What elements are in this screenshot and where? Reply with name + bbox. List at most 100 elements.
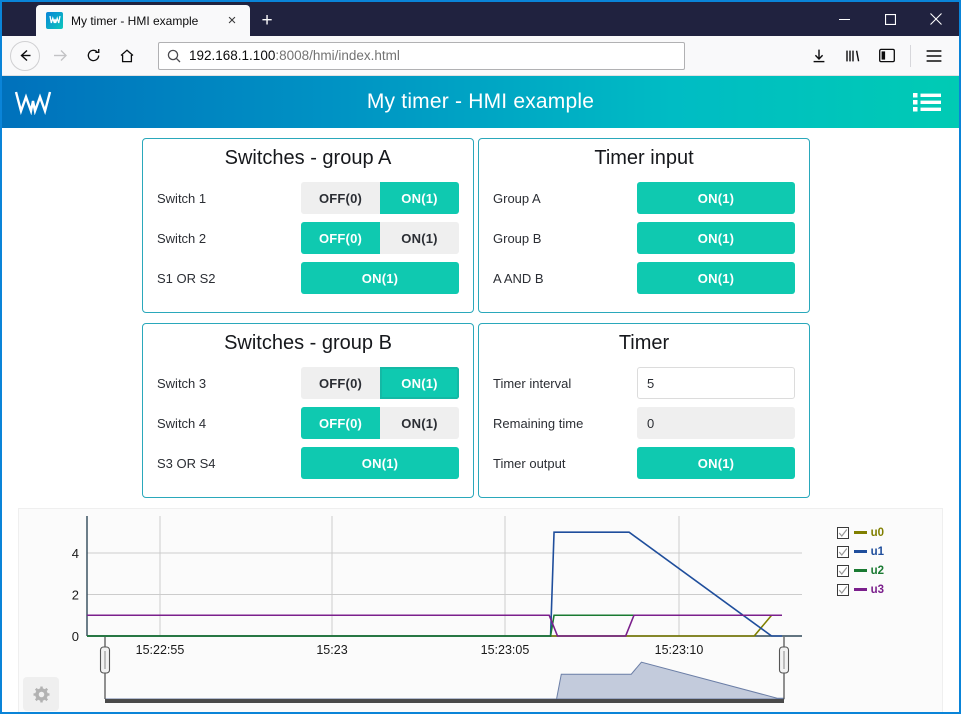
- row-label: Switch 2: [157, 230, 207, 246]
- chart-canvas: 0 2 4 15:22:55 15:23 15:23:05 15:23:10: [19, 509, 942, 712]
- legend-checkbox[interactable]: [836, 583, 849, 596]
- maximize-icon[interactable]: [867, 2, 913, 36]
- panel-row: Group B ON(1): [493, 218, 795, 258]
- row-label: S3 OR S4: [157, 455, 216, 471]
- legend-checkbox[interactable]: [836, 545, 849, 558]
- navbar-right-tools: [802, 41, 951, 71]
- legend-color-swatch: [853, 588, 867, 591]
- chart-legend[interactable]: u0 u1 u2 u3: [836, 523, 884, 599]
- legend-color-swatch: [853, 531, 867, 534]
- list-menu-icon[interactable]: [913, 91, 941, 113]
- status-badge: ON(1): [301, 262, 459, 294]
- toggle-option-on[interactable]: ON(1): [380, 182, 459, 214]
- toggle-option-off[interactable]: OFF(0): [301, 182, 380, 214]
- status-button-group: ON(1): [637, 182, 795, 214]
- legend-label: u1: [870, 545, 884, 558]
- navigator-track[interactable]: [105, 699, 784, 703]
- row-label: S1 OR S2: [157, 270, 216, 286]
- panel-title: Switches - group B: [224, 332, 392, 354]
- status-badge: ON(1): [637, 182, 795, 214]
- status-button-group: ON(1): [637, 262, 795, 294]
- status-badge: ON(1): [301, 447, 459, 479]
- panel-row: Remaining time 0: [493, 403, 795, 443]
- panel-row: Timer interval 5: [493, 363, 795, 403]
- row-label: Switch 4: [157, 415, 207, 431]
- x-tick-label: 15:23: [316, 643, 347, 657]
- sidebar-icon[interactable]: [872, 41, 902, 71]
- toggle-group[interactable]: OFF(0) ON(1): [301, 407, 459, 439]
- close-icon[interactable]: ×: [222, 11, 242, 31]
- toggle-option-on[interactable]: ON(1): [380, 407, 459, 439]
- legend-item[interactable]: u1: [836, 542, 884, 561]
- hmi-body: Switches - group A Switch 1 OFF(0) ON(1) Swi…: [2, 128, 959, 712]
- new-tab-button[interactable]: +: [250, 5, 284, 36]
- gear-icon[interactable]: [23, 677, 59, 711]
- panel-row: S3 OR S4 ON(1): [157, 443, 459, 483]
- url-bar[interactable]: 192.168.1.100:8008/hmi/index.html: [158, 41, 685, 70]
- hamburger-menu-icon[interactable]: [919, 41, 949, 71]
- legend-label: u3: [870, 583, 884, 596]
- url-path: :8008/hmi/index.html: [275, 48, 400, 63]
- toggle-group[interactable]: OFF(0) ON(1): [301, 367, 459, 399]
- downloads-icon[interactable]: [804, 41, 834, 71]
- browser-tab[interactable]: My timer - HMI example ×: [36, 5, 250, 36]
- row-label: Timer interval: [493, 375, 572, 391]
- panel-timer-input: Timer input Group A ON(1) Group B ON(1) A AND…: [478, 138, 810, 313]
- legend-label: u2: [870, 564, 884, 577]
- url-host: 192.168.1.100: [189, 48, 276, 63]
- browser-window: My timer - HMI example × + 192.168.1.100…: [0, 0, 961, 714]
- series-line-u1: [87, 531, 782, 637]
- y-tick-label: 0: [72, 629, 79, 644]
- trend-chart[interactable]: 0 2 4 15:22:55 15:23 15:23:05 15:23:10 u0 u1 u2 u…: [18, 508, 943, 712]
- numeric-input-field[interactable]: 5: [637, 367, 795, 399]
- navigator-area: [105, 661, 785, 700]
- page-title: My timer - HMI example: [366, 90, 595, 113]
- panel-row: Switch 3 OFF(0) ON(1): [157, 363, 459, 403]
- minimize-icon[interactable]: [821, 2, 867, 36]
- panel-switches-group-b: Switches - group B Switch 3 OFF(0) ON(1) Swi…: [142, 323, 474, 498]
- close-icon[interactable]: [913, 2, 959, 36]
- toggle-option-off[interactable]: OFF(0): [301, 407, 380, 439]
- toggle-option-on[interactable]: ON(1): [380, 367, 459, 399]
- toggle-group[interactable]: OFF(0) ON(1): [301, 222, 459, 254]
- legend-item[interactable]: u3: [836, 580, 884, 599]
- panel-grid: Switches - group A Switch 1 OFF(0) ON(1) Swi…: [2, 138, 959, 508]
- toggle-group[interactable]: OFF(0) ON(1): [301, 182, 459, 214]
- browser-navbar: 192.168.1.100:8008/hmi/index.html: [2, 36, 959, 76]
- y-tick-label: 4: [72, 546, 79, 561]
- legend-item[interactable]: u0: [836, 523, 884, 542]
- panel-row: Group A ON(1): [493, 178, 795, 218]
- toggle-option-on[interactable]: ON(1): [380, 222, 459, 254]
- back-arrow-icon[interactable]: [10, 40, 40, 71]
- tab-strip: My timer - HMI example × +: [2, 2, 284, 36]
- legend-item[interactable]: u2: [836, 561, 884, 580]
- x-tick-label: 15:22:55: [136, 643, 185, 657]
- toggle-option-off[interactable]: OFF(0): [301, 367, 380, 399]
- panel-switches-group-a: Switches - group A Switch 1 OFF(0) ON(1) Swi…: [142, 138, 474, 313]
- status-button-group: ON(1): [637, 222, 795, 254]
- row-label: Timer output: [493, 455, 566, 471]
- status-badge: ON(1): [637, 222, 795, 254]
- y-tick-label: 2: [72, 587, 79, 602]
- legend-color-swatch: [853, 569, 867, 572]
- legend-color-swatch: [853, 550, 867, 553]
- panel-row: Switch 2 OFF(0) ON(1): [157, 218, 459, 258]
- reload-icon[interactable]: [78, 41, 108, 71]
- wago-logo-icon: [2, 89, 64, 115]
- panel-title: Switches - group A: [224, 147, 392, 169]
- panel-row: S1 OR S2 ON(1): [157, 258, 459, 298]
- library-icon[interactable]: [838, 41, 868, 71]
- tab-title: My timer - HMI example: [71, 13, 199, 28]
- toggle-option-off[interactable]: OFF(0): [301, 222, 380, 254]
- home-icon[interactable]: [112, 41, 142, 71]
- row-label: A AND B: [493, 270, 544, 286]
- legend-checkbox[interactable]: [836, 526, 849, 539]
- status-badge: ON(1): [637, 447, 795, 479]
- panel-title: Timer input: [594, 147, 694, 169]
- page-viewport: My timer - HMI example Switches - group …: [2, 76, 959, 712]
- row-label: Group A: [493, 190, 541, 206]
- row-label: Remaining time: [493, 415, 584, 431]
- panel-row: Switch 4 OFF(0) ON(1): [157, 403, 459, 443]
- series-line-u3: [87, 614, 782, 637]
- legend-checkbox[interactable]: [836, 564, 849, 577]
